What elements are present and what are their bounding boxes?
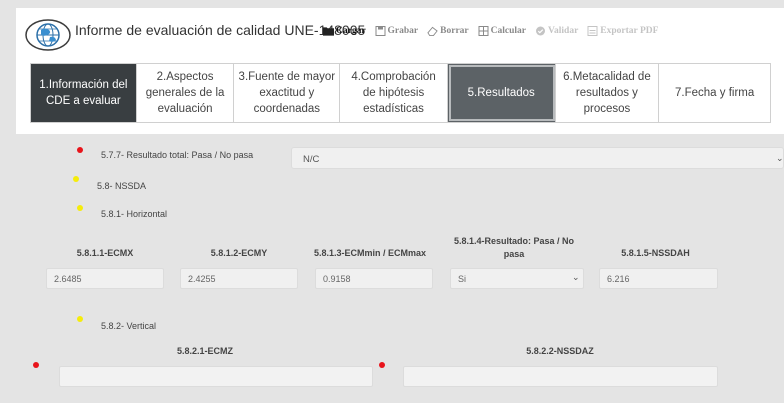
tab-label-line: 6.Metacalidad de — [563, 71, 651, 83]
label-line: 5.8.1.4-Resultado: Pasa / No — [453, 236, 575, 246]
eraser-icon — [427, 26, 438, 36]
resultado-horizontal-select[interactable]: Si — [450, 268, 584, 289]
tab-label-line: 5.Resultados — [467, 87, 535, 99]
ecmy-label: 5.8.1.2-ECMY — [210, 248, 268, 258]
ecmx-label: 5.8.1.1-ECMX — [76, 248, 134, 258]
tab-informacion-cde[interactable]: 1.Información del CDE a evaluar — [31, 64, 137, 122]
nssda-label: 5.8- NSSDA — [97, 181, 147, 191]
validar-label: Validar — [548, 26, 579, 36]
check-circle-icon — [536, 26, 546, 36]
total-result-select[interactable]: N/C — [291, 147, 784, 169]
validar-button[interactable]: Validar — [535, 26, 578, 36]
ecmx-input[interactable]: 2.6485 — [46, 268, 164, 289]
save-icon — [375, 26, 386, 36]
tab-label-line: 1.Información del — [39, 79, 128, 91]
tab-fecha-firma[interactable]: 7.Fecha y firma — [659, 64, 770, 122]
required-indicator-dot — [33, 362, 39, 368]
folder-icon — [323, 27, 334, 36]
required-indicator-dot — [77, 147, 83, 153]
ecmz-label: 5.8.2.1-ECMZ — [176, 346, 234, 356]
tab-metacalidad[interactable]: 6.Metacalidad de resultados y procesos — [556, 64, 660, 122]
exportar-pdf-button[interactable]: Exportar PDF — [587, 26, 658, 36]
file-pdf-icon — [587, 26, 598, 36]
tab-label-line: 3.Fuente de mayor — [238, 71, 336, 83]
vertical-label: 5.8.2- Vertical — [101, 321, 157, 331]
tab-label-line: resultados y — [575, 87, 638, 99]
tab-label-line: evaluación — [157, 103, 213, 115]
calculator-icon — [478, 26, 489, 36]
ecm-ratio-input[interactable]: 0.9158 — [315, 268, 433, 289]
tab-label-line: 7.Fecha y firma — [675, 87, 755, 99]
calcular-button[interactable]: Calcular — [478, 26, 526, 36]
tab-fuente-exactitud[interactable]: 3.Fuente de mayor exactitud y coordenadas — [234, 64, 341, 122]
grabar-button[interactable]: Grabar — [375, 26, 419, 36]
tab-aspectos-generales[interactable]: 2.Aspectos generales de la evaluación — [137, 64, 235, 122]
chevron-down-icon: ⌄ — [776, 153, 784, 163]
tab-label-line: de hipótesis — [362, 87, 425, 99]
required-indicator-dot — [379, 362, 385, 368]
cargar-label: Cargar — [336, 26, 366, 36]
globe-logo-icon — [25, 19, 71, 51]
tab-label-line: exactitud y — [259, 87, 315, 99]
tab-label-line: 2.Aspectos — [156, 71, 214, 83]
ecmz-input[interactable] — [59, 366, 373, 387]
borrar-label: Borrar — [440, 26, 469, 36]
resultado-horizontal-label: 5.8.1.4-Resultado: Pasa / No pasa — [444, 235, 584, 261]
ecm-ratio-label: 5.8.1.3-ECMmin / ECMmax — [313, 248, 427, 258]
nssdaz-label: 5.8.2.2-NSSDAZ — [526, 346, 594, 356]
tab-comprobacion-hipotesis[interactable]: 4.Comprobación de hipótesis estadísticas — [340, 64, 448, 122]
cargar-button[interactable]: Cargar — [323, 26, 366, 36]
tab-label-line: 4.Comprobación — [351, 71, 436, 83]
tab-resultados[interactable]: 5.Resultados — [447, 64, 556, 122]
tab-label-line: generales de la — [145, 87, 225, 99]
borrar-button[interactable]: Borrar — [427, 26, 469, 36]
section-indicator-dot — [77, 205, 83, 211]
section-tabs: 1.Información del CDE a evaluar 2.Aspecto… — [30, 63, 771, 123]
section-indicator-dot — [73, 176, 79, 182]
chevron-down-icon: ⌄ — [572, 272, 580, 282]
grabar-label: Grabar — [387, 26, 419, 36]
app-title: Informe de evaluación de calidad UNE-148… — [75, 22, 366, 38]
toolbar: Cargar Grabar Borrar Calcular Validar Ex… — [323, 26, 658, 36]
nssdah-input[interactable]: 6.216 — [599, 268, 718, 289]
tab-label-line: procesos — [583, 103, 631, 115]
nssdaz-input[interactable] — [403, 366, 718, 387]
section-indicator-dot — [77, 316, 83, 322]
tab-label-line: estadísticas — [363, 103, 424, 115]
label-line: pasa — [503, 249, 525, 259]
tab-label-line: CDE a evaluar — [45, 95, 121, 107]
nssdah-label: 5.8.1.5-NSSDAH — [621, 248, 690, 258]
tab-label-line: coordenadas — [253, 103, 321, 115]
header-card: Informe de evaluación de calidad UNE-148… — [16, 8, 784, 134]
calcular-label: Calcular — [490, 26, 527, 36]
ecmy-input[interactable]: 2.4255 — [180, 268, 298, 289]
total-result-label: 5.7.7- Resultado total: Pasa / No pasa — [101, 150, 254, 160]
horizontal-label: 5.8.1- Horizontal — [101, 209, 168, 219]
exportar-pdf-label: Exportar PDF — [600, 26, 659, 36]
